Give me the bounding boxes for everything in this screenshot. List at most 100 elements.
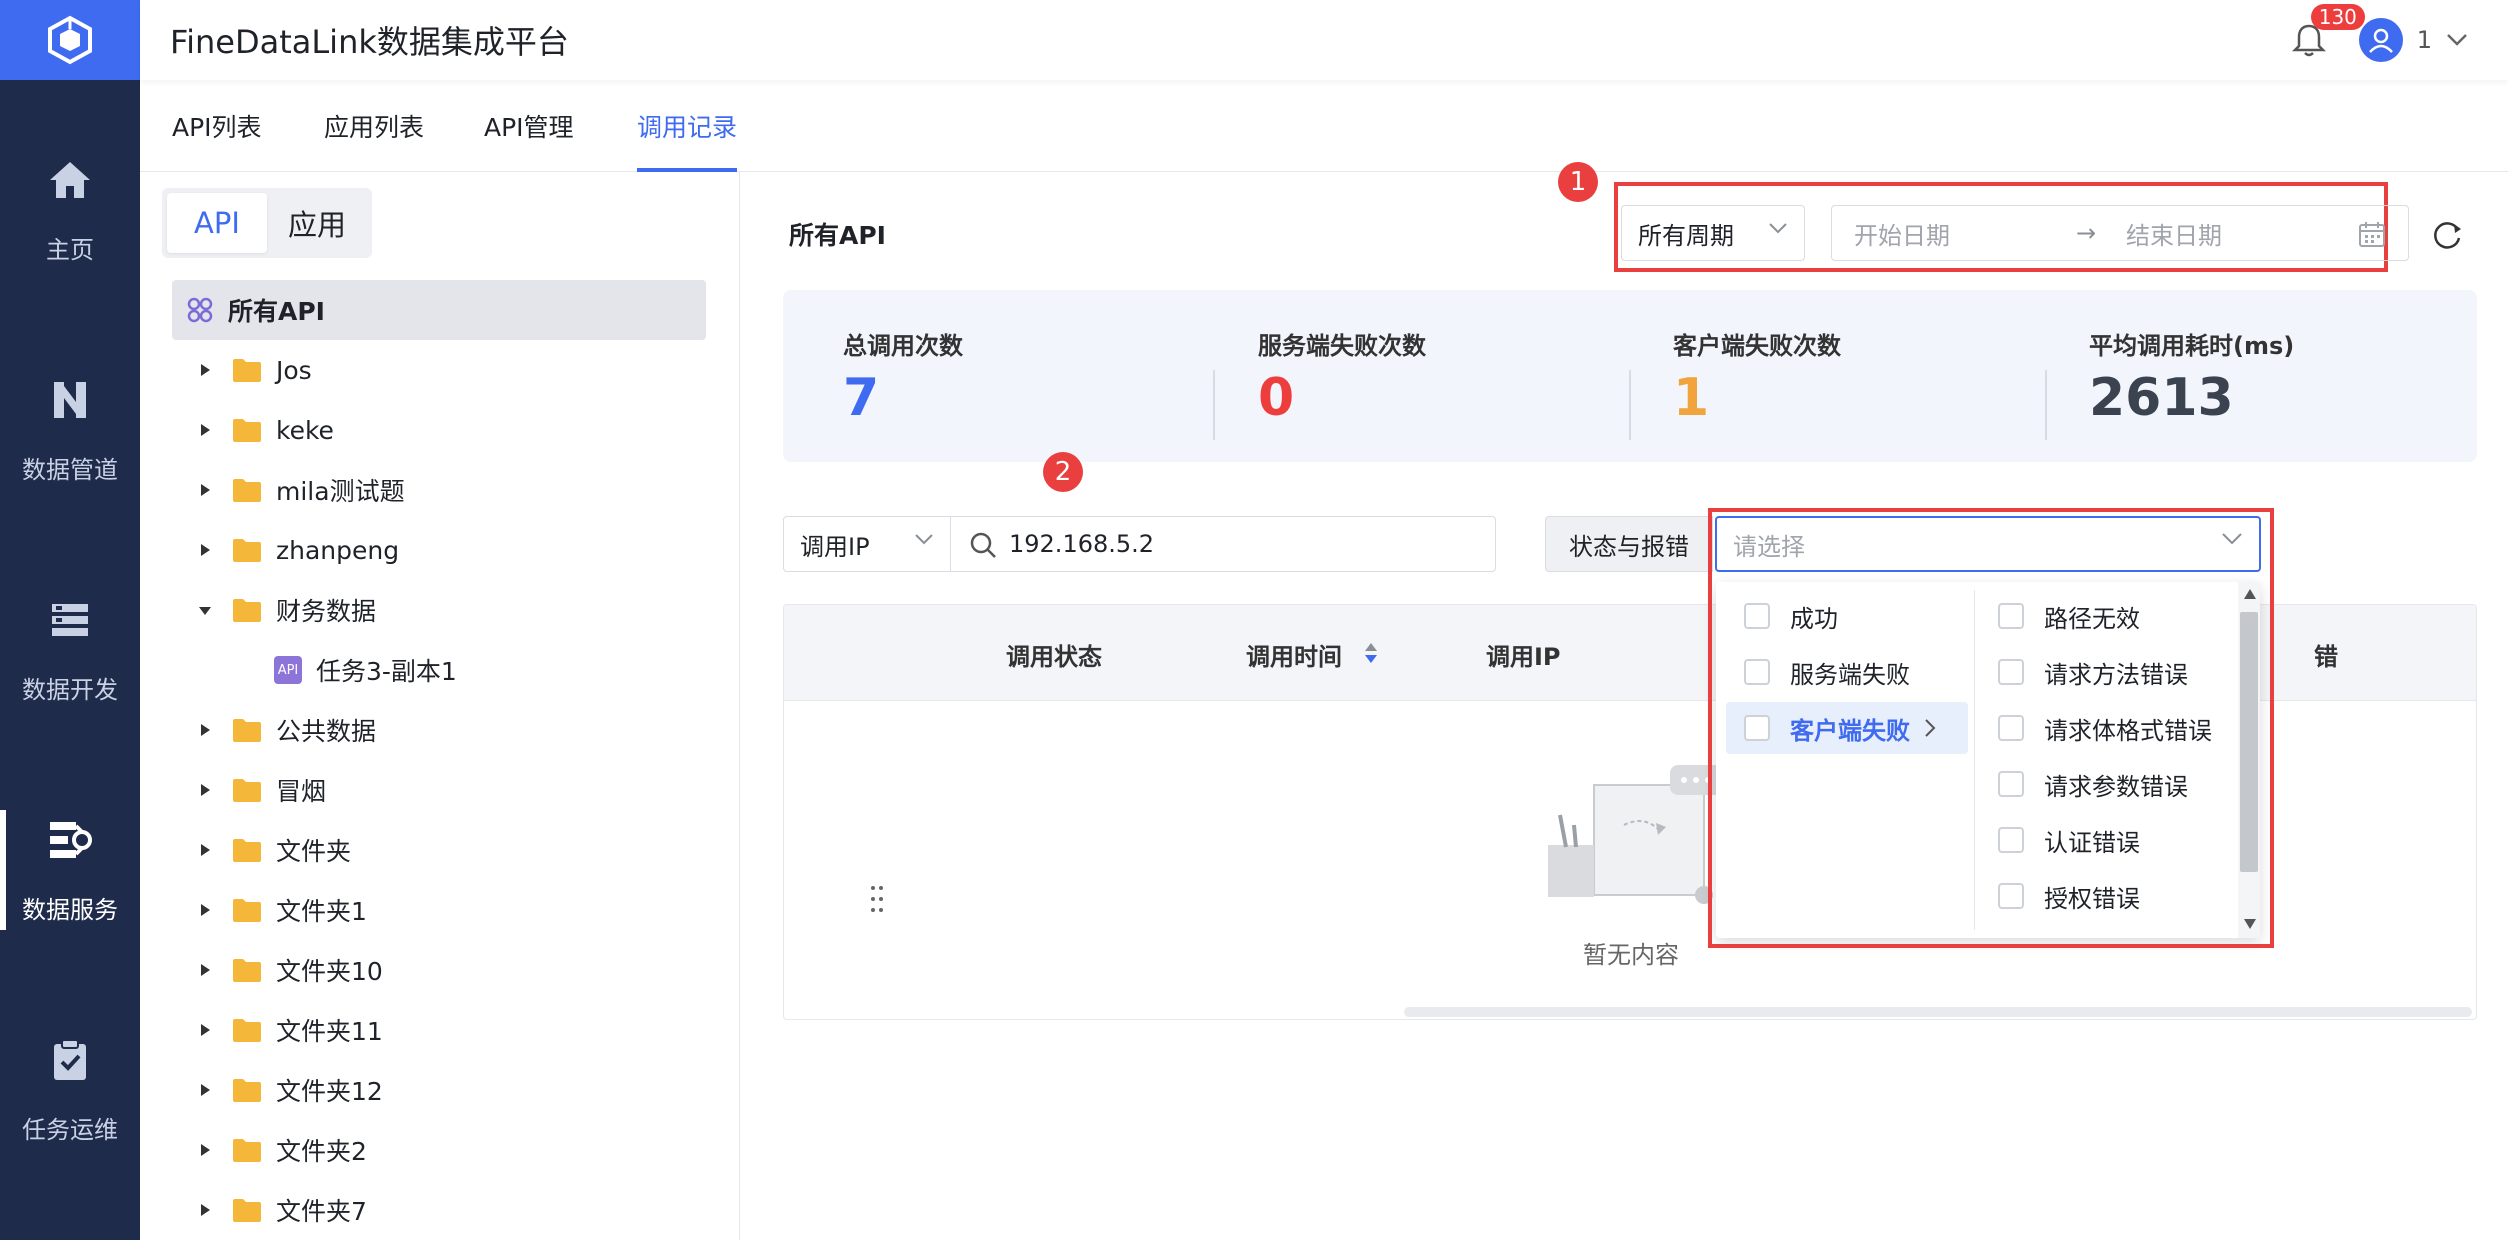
tree-api-item[interactable]: API 任务3-副本1	[140, 640, 740, 700]
nav-home-label: 主页	[46, 235, 94, 264]
tree-folder-label: 文件夹10	[276, 957, 383, 986]
ip-search-input[interactable]: 192.168.5.2	[950, 516, 1496, 572]
folder-icon	[233, 1079, 261, 1102]
caret-right-icon[interactable]	[198, 903, 212, 917]
nav-data-service-label: 数据服务	[22, 895, 118, 924]
caret-down-icon[interactable]	[198, 603, 212, 617]
tree-panel: API 应用 所有API Jos keke mila测试题 zhanpeng 财…	[140, 172, 883, 1240]
app-logo[interactable]	[0, 0, 140, 80]
tree-folder[interactable]: 文件夹7	[140, 1180, 740, 1240]
annotation-badge-2: 2	[1043, 452, 1083, 492]
tree-folder[interactable]: 文件夹1	[140, 880, 740, 940]
caret-right-icon[interactable]	[198, 1143, 212, 1157]
ip-filter-select[interactable]: 调用IP	[783, 516, 951, 572]
tree-folder[interactable]: zhanpeng	[140, 520, 740, 580]
caret-right-icon[interactable]	[198, 723, 212, 737]
folder-icon	[233, 779, 261, 802]
tree-folder[interactable]: 文件夹	[140, 820, 740, 880]
nav-task-ops[interactable]: 任务运维	[0, 1000, 140, 1180]
tree-folder[interactable]: Jos	[140, 340, 740, 400]
tab-call-records[interactable]: 调用记录	[637, 108, 738, 172]
tree-folder-expanded[interactable]: 财务数据	[140, 580, 740, 640]
segment-app[interactable]: 应用	[267, 193, 367, 253]
tree-folder[interactable]: 冒烟	[140, 760, 740, 820]
chevron-down-icon	[1769, 223, 1787, 234]
caret-right-icon[interactable]	[198, 1083, 212, 1097]
nav-pipeline[interactable]: 数据管道	[0, 340, 140, 520]
tree-folder[interactable]: 文件夹2	[140, 1120, 740, 1180]
annotation-badge-1: 1	[1558, 162, 1598, 202]
ip-select-value: 调用IP	[800, 532, 870, 561]
tree-folder-label: 文件夹	[276, 837, 352, 866]
caret-right-icon[interactable]	[198, 363, 212, 377]
tree-folder[interactable]: mila测试题	[140, 460, 740, 520]
tree-folder[interactable]: 文件夹10	[140, 940, 740, 1000]
horizontal-scrollbar[interactable]	[1404, 1007, 2472, 1017]
user-icon	[2368, 28, 2393, 53]
nav-task-ops-label: 任务运维	[22, 1115, 118, 1144]
tree-folder-label: zhanpeng	[276, 535, 400, 565]
nav-dev[interactable]: 数据开发	[0, 560, 140, 740]
folder-icon	[233, 839, 261, 862]
stat-label: 平均调用耗时(ms)	[2089, 332, 2295, 360]
nav-data-service[interactable]: 数据服务	[0, 780, 140, 960]
app-title: FineDataLink数据集成平台	[170, 23, 569, 61]
user-name[interactable]: 1	[2417, 26, 2432, 54]
tree-folder-label: 公共数据	[276, 717, 377, 746]
caret-right-icon[interactable]	[198, 843, 212, 857]
chevron-down-icon[interactable]	[2446, 33, 2468, 47]
tab-api-manage[interactable]: API管理	[484, 108, 574, 172]
stat-value: 0	[1258, 368, 1295, 428]
divider	[1213, 370, 1215, 440]
tree-all-apis[interactable]: 所有API	[172, 280, 706, 340]
column-header-ip[interactable]: 调用IP	[1486, 637, 1561, 672]
sort-icon[interactable]	[1364, 641, 1378, 665]
calendar-icon	[2359, 222, 2385, 247]
home-icon	[50, 161, 90, 198]
tree-folder-label: 文件夹12	[276, 1077, 383, 1106]
top-header: FineDataLink数据集成平台 130 1	[140, 0, 2508, 80]
tab-bar: API列表 应用列表 API管理 调用记录	[140, 80, 2508, 172]
nav-home[interactable]: 主页	[0, 120, 140, 300]
tree-api-label: 任务3-副本1	[316, 657, 457, 686]
tab-app-list[interactable]: 应用列表	[324, 108, 424, 172]
caret-right-icon[interactable]	[198, 423, 212, 437]
tree-folder[interactable]: 文件夹11	[140, 1000, 740, 1060]
date-range-picker[interactable]: 开始日期 → 结束日期	[1831, 205, 2409, 261]
nav-dev-label: 数据开发	[22, 675, 118, 704]
caret-right-icon[interactable]	[198, 1023, 212, 1037]
caret-right-icon[interactable]	[198, 483, 212, 497]
column-header-time[interactable]: 调用时间	[1246, 637, 1342, 672]
end-date-field[interactable]: 结束日期	[2126, 216, 2222, 251]
tree-folder-label: 文件夹7	[276, 1197, 367, 1226]
tree-folder-label: mila测试题	[276, 477, 405, 506]
segment-api[interactable]: API	[167, 193, 267, 253]
stat-value: 7	[843, 368, 880, 428]
main-content: 所有API 1 所有周期 开始日期 → 结束日期 总调用次数 7 服务端失败次数	[741, 162, 2508, 1240]
column-header-status[interactable]: 调用状态	[1006, 637, 1102, 672]
empty-state-illustration	[1548, 765, 1722, 904]
folder-icon	[233, 1019, 261, 1042]
caret-right-icon[interactable]	[198, 543, 212, 557]
page-title: 所有API	[789, 221, 886, 250]
tab-api-list[interactable]: API列表	[172, 108, 262, 172]
folder-icon	[233, 359, 261, 382]
avatar[interactable]	[2358, 18, 2403, 62]
tree-folder[interactable]: 公共数据	[140, 700, 740, 760]
tree-all-label: 所有API	[228, 297, 325, 326]
tree-folder[interactable]: keke	[140, 400, 740, 460]
folder-icon	[233, 539, 261, 562]
column-header-error[interactable]: 错	[2314, 637, 2338, 672]
folder-icon	[233, 419, 261, 442]
tree-folder[interactable]: 文件夹12	[140, 1060, 740, 1120]
caret-right-icon[interactable]	[198, 1203, 212, 1217]
caret-right-icon[interactable]	[198, 783, 212, 797]
notification-button[interactable]: 130	[2289, 4, 2365, 60]
stat-label: 客户端失败次数	[1673, 332, 1841, 360]
period-select[interactable]: 所有周期	[1621, 205, 1805, 261]
refresh-icon[interactable]	[2430, 218, 2464, 252]
task-ops-icon	[54, 1038, 86, 1080]
folder-icon	[233, 479, 261, 502]
start-date-field[interactable]: 开始日期	[1854, 216, 1950, 251]
caret-right-icon[interactable]	[198, 963, 212, 977]
